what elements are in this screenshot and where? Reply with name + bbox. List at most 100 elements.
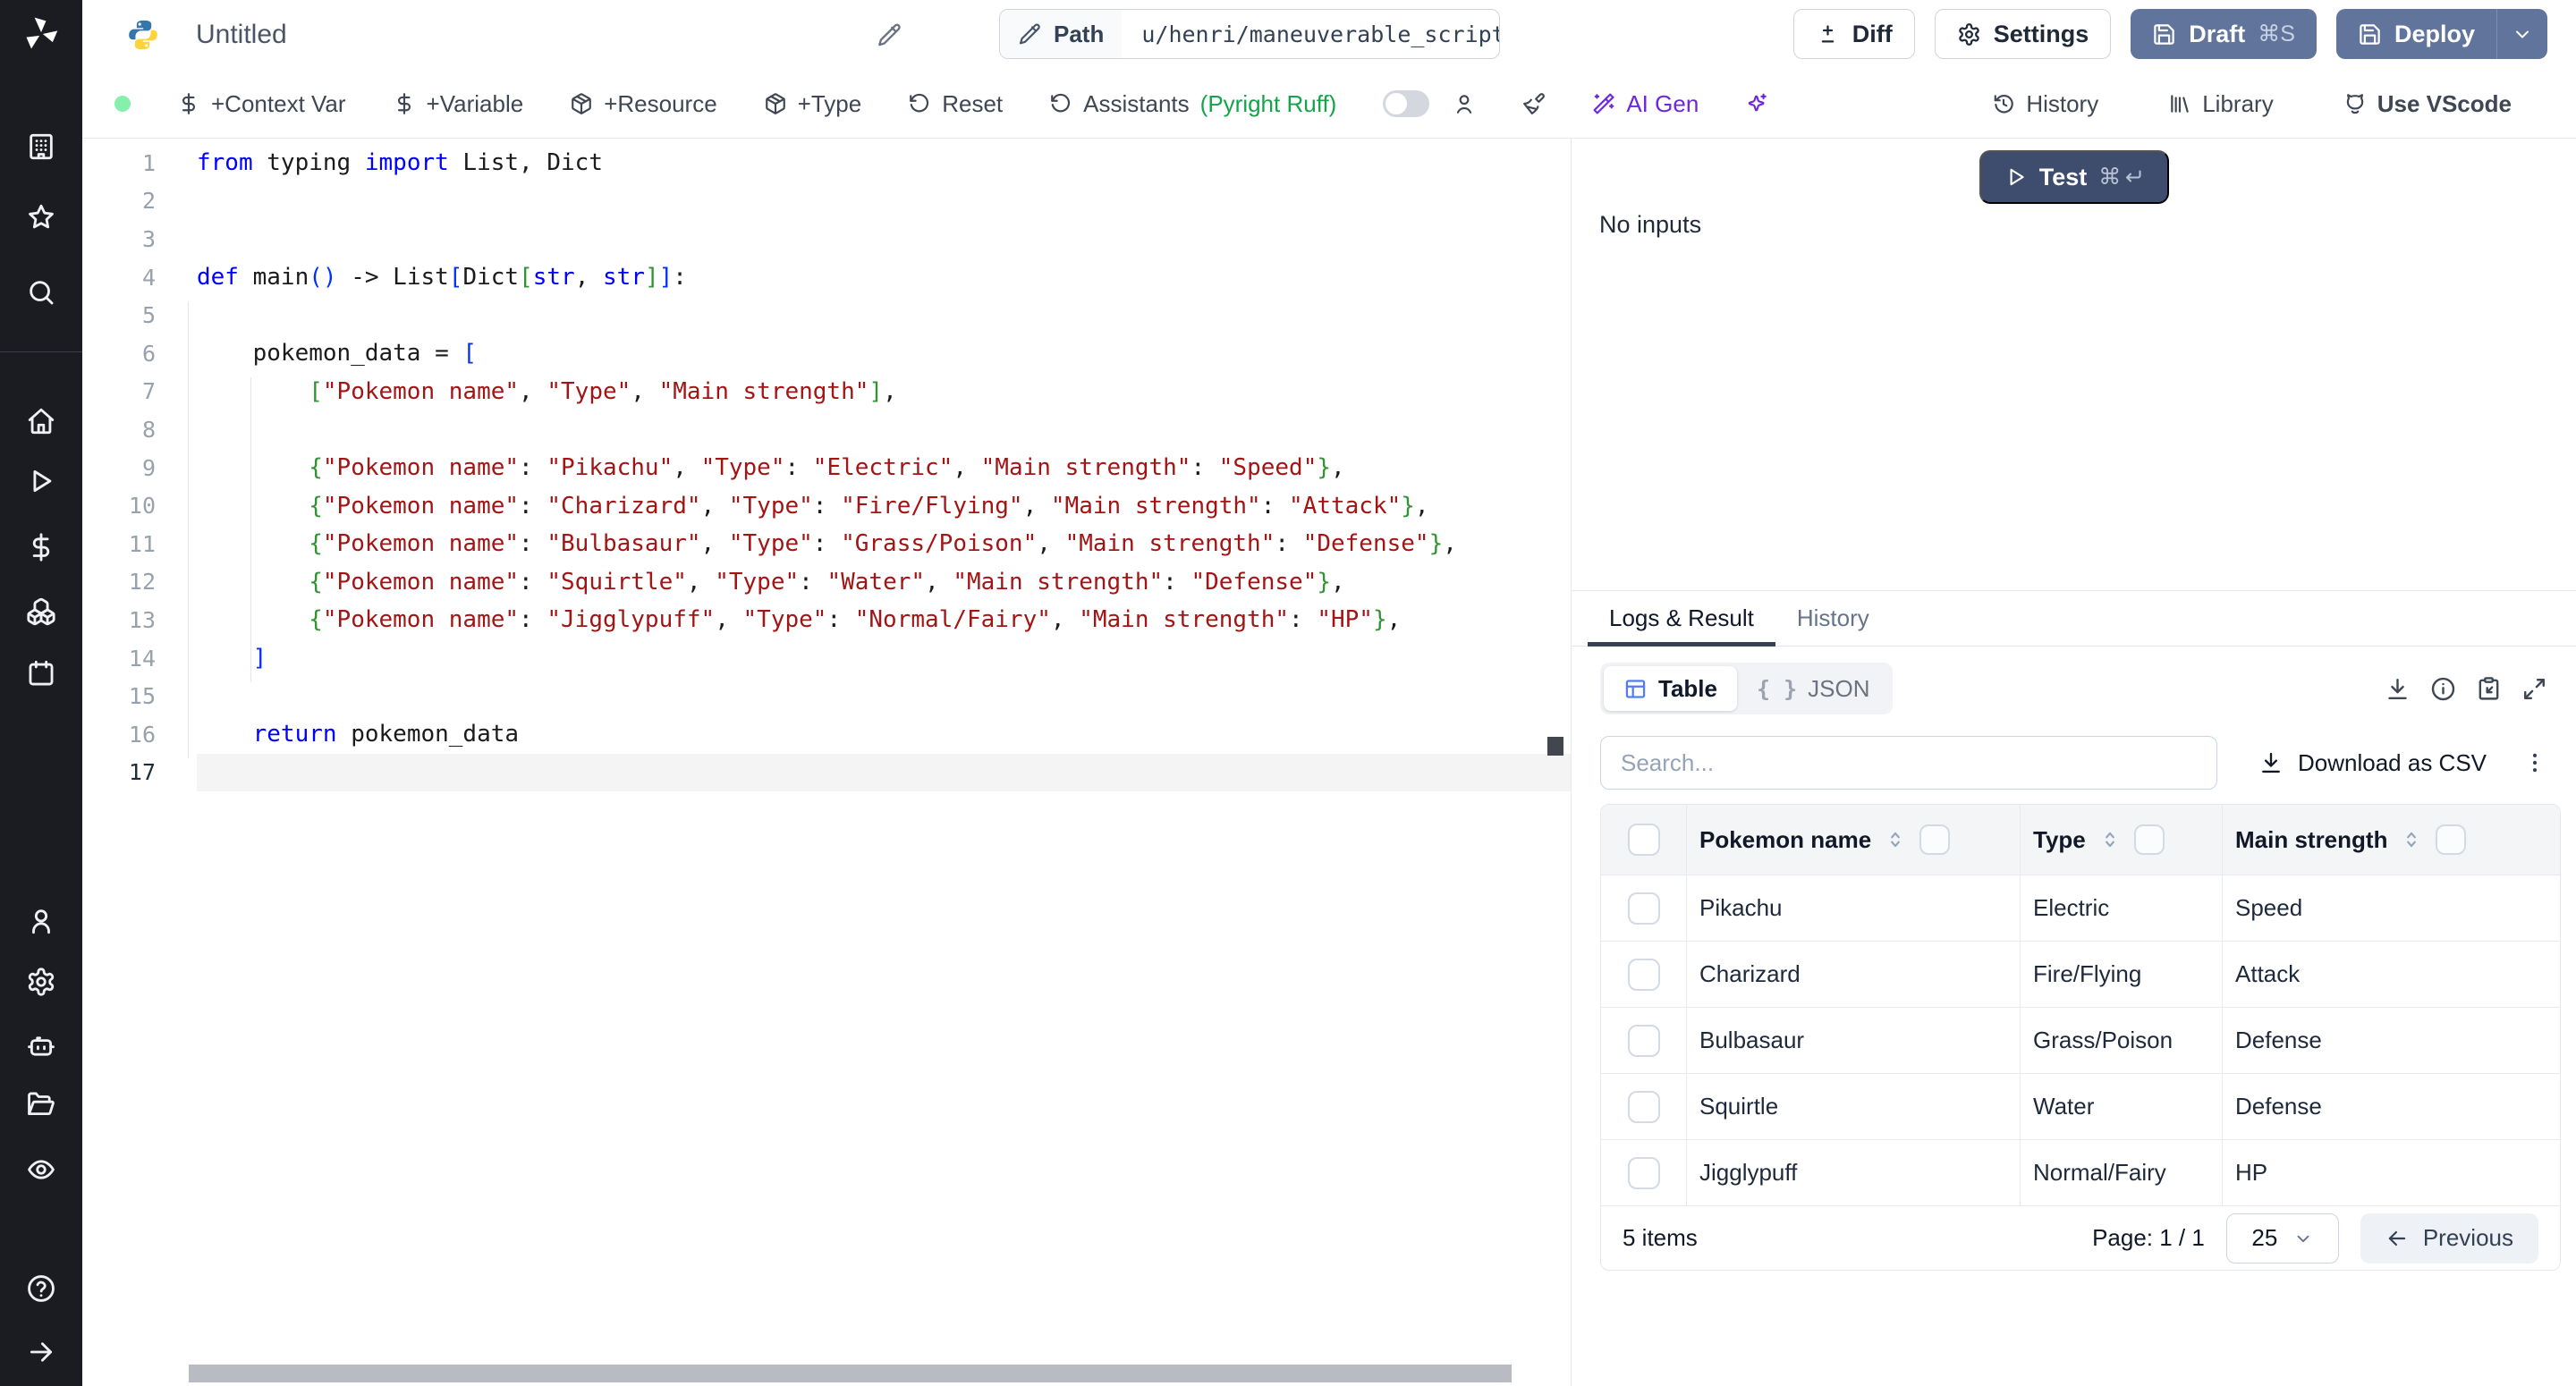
code-line[interactable]: 5 (82, 296, 1571, 334)
chevron-down-icon (2293, 1229, 2313, 1248)
code-line[interactable]: 8 (82, 410, 1571, 449)
deploy-button[interactable]: Deploy (2336, 9, 2496, 59)
wand-icon (1592, 92, 1615, 115)
code-line[interactable]: 1from typing import List, Dict (82, 144, 1571, 182)
history-button[interactable]: History (1992, 90, 2098, 118)
sidebar-item-gear[interactable] (26, 967, 56, 997)
sidebar-item-calendar[interactable] (26, 658, 56, 689)
code-line[interactable]: 13 {"Pokemon name": "Jigglypuff", "Type"… (82, 601, 1571, 639)
sidebar-item-bot[interactable] (26, 1031, 56, 1061)
sidebar-item-star[interactable] (26, 202, 56, 232)
code-line[interactable]: 16 return pokemon_data (82, 715, 1571, 754)
tab-history[interactable]: History (1775, 591, 1891, 646)
reset-button[interactable]: Reset (908, 90, 1003, 118)
format-button[interactable] (1522, 92, 1546, 115)
code-text: def main() -> List[Dict[str, str]]: (197, 258, 1571, 297)
add-context-var-button[interactable]: +Context Var (177, 90, 346, 118)
row-checkbox[interactable] (1628, 892, 1660, 925)
row-checkbox[interactable] (1628, 959, 1660, 991)
sidebar-item-user[interactable] (26, 906, 56, 936)
view-table-segment[interactable]: Table (1604, 666, 1737, 711)
tab-logs-result[interactable]: Logs & Result (1588, 591, 1775, 646)
test-button[interactable]: Test ⌘ (1979, 150, 2169, 204)
download-csv-button[interactable]: Download as CSV (2258, 749, 2487, 777)
use-vscode-button[interactable]: Use VScode (2343, 90, 2512, 118)
path-value[interactable]: u/henri/maneuverable_script (1122, 10, 1500, 58)
code-text (197, 410, 1571, 449)
ai-sparkles-button[interactable] (1745, 92, 1768, 115)
expand-icon[interactable] (2521, 676, 2547, 702)
sidebar-item-eye[interactable] (26, 1154, 56, 1185)
view-json-segment[interactable]: { } JSON (1737, 666, 1890, 711)
path-label: Path (1054, 21, 1104, 48)
row-checkbox[interactable] (1628, 1157, 1660, 1189)
sidebar-item-folder[interactable] (26, 1089, 56, 1120)
select-all-checkbox[interactable] (1628, 824, 1660, 856)
code-line[interactable]: 3 (82, 220, 1571, 258)
column-filter-box[interactable] (2134, 824, 2165, 855)
page-size-select[interactable]: 25 (2226, 1213, 2339, 1263)
sidebar-item-building[interactable] (26, 131, 56, 162)
code-line[interactable]: 14 ] (82, 639, 1571, 678)
windmill-logo[interactable] (21, 14, 61, 54)
assistants-toggle[interactable] (1383, 90, 1429, 117)
draft-button[interactable]: Draft ⌘S (2131, 9, 2317, 59)
code-line[interactable]: 9 {"Pokemon name": "Pikachu", "Type": "E… (82, 449, 1571, 487)
path-field[interactable]: Path u/henri/maneuverable_script (999, 9, 1500, 59)
code-editor[interactable]: 1from typing import List, Dict234def mai… (82, 139, 1571, 1386)
library-button[interactable]: Library (2168, 90, 2273, 118)
code-line[interactable]: 2 (82, 182, 1571, 221)
line-number: 8 (82, 417, 197, 443)
table-cell: Electric (2021, 875, 2223, 941)
column-filter-box[interactable] (1919, 824, 1950, 855)
search-input[interactable] (1600, 736, 2217, 790)
sidebar-item-search[interactable] (26, 277, 56, 308)
diff-button[interactable]: Diff (1793, 9, 1915, 59)
main-area: Untitled Path u/henri/maneuverable_scrip… (82, 0, 2576, 1386)
code-text (197, 677, 1571, 715)
add-type-button[interactable]: +Type (764, 90, 862, 118)
row-checkbox[interactable] (1628, 1025, 1660, 1057)
assistants-button[interactable]: Assistants (Pyright Ruff) (1049, 90, 1336, 118)
previous-page-button[interactable]: Previous (2360, 1213, 2538, 1263)
sort-icon[interactable] (2098, 828, 2122, 851)
code-text: pokemon_data = [ (197, 334, 1571, 373)
row-checkbox[interactable] (1628, 1091, 1660, 1123)
sidebar-item-play[interactable] (26, 466, 56, 496)
dollar-icon (177, 92, 200, 115)
code-line[interactable]: 7 ["Pokemon name", "Type", "Main strengt… (82, 373, 1571, 411)
code-line[interactable]: 15 (82, 677, 1571, 715)
user-mode-button[interactable] (1453, 92, 1476, 115)
editor-horizontal-scrollbar[interactable] (189, 1365, 1512, 1382)
code-line[interactable]: 6 pokemon_data = [ (82, 334, 1571, 373)
column-filter-box[interactable] (2436, 824, 2466, 855)
sidebar-item-arrowright[interactable] (26, 1337, 56, 1367)
code-text: {"Pokemon name": "Jigglypuff", "Type": "… (197, 601, 1571, 639)
code-line[interactable]: 17 (82, 754, 1571, 792)
sidebar-item-help[interactable] (26, 1273, 56, 1304)
table-header: Pokemon name Type Main strength (1601, 805, 2560, 875)
rotate-icon (908, 92, 931, 115)
settings-button[interactable]: Settings (1935, 9, 2112, 59)
sort-icon[interactable] (2400, 828, 2423, 851)
code-line[interactable]: 11 {"Pokemon name": "Bulbasaur", "Type":… (82, 525, 1571, 563)
rename-pencil-icon[interactable] (877, 22, 902, 47)
code-line[interactable]: 10 {"Pokemon name": "Charizard", "Type":… (82, 486, 1571, 525)
kebab-menu-icon[interactable] (2522, 750, 2547, 775)
no-inputs-label: No inputs (1599, 211, 1701, 239)
download-icon[interactable] (2385, 676, 2411, 702)
result-table: Pokemon name Type Main strength (1600, 804, 2561, 1271)
line-number: 16 (82, 722, 197, 748)
sidebar-item-boxes[interactable] (26, 596, 56, 627)
info-icon[interactable] (2430, 676, 2456, 702)
sidebar-item-dollar[interactable] (26, 532, 56, 562)
deploy-dropdown-button[interactable] (2496, 9, 2547, 59)
code-line[interactable]: 4def main() -> List[Dict[str, str]]: (82, 258, 1571, 297)
sort-icon[interactable] (1884, 828, 1907, 851)
ai-gen-button[interactable]: AI Gen (1592, 90, 1699, 118)
sidebar-item-home[interactable] (26, 406, 56, 436)
copy-clipboard-icon[interactable] (2476, 676, 2502, 702)
add-variable-button[interactable]: +Variable (393, 90, 524, 118)
code-line[interactable]: 12 {"Pokemon name": "Squirtle", "Type": … (82, 563, 1571, 602)
add-resource-button[interactable]: +Resource (570, 90, 716, 118)
